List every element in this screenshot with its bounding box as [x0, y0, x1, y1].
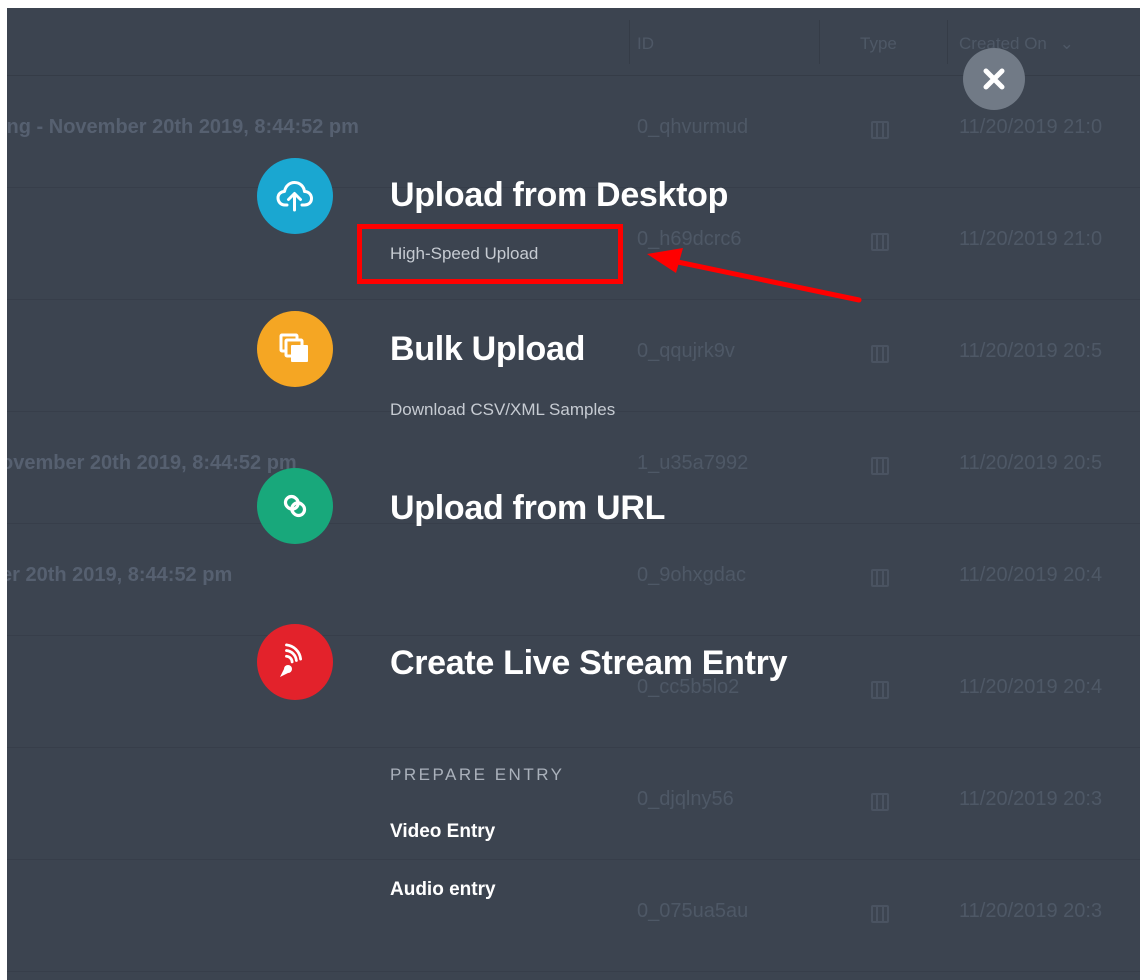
annotation-arrow [647, 248, 862, 303]
upload-menu-overlay: ID Type Created On ⌄ ing - November 20th… [7, 8, 1140, 980]
